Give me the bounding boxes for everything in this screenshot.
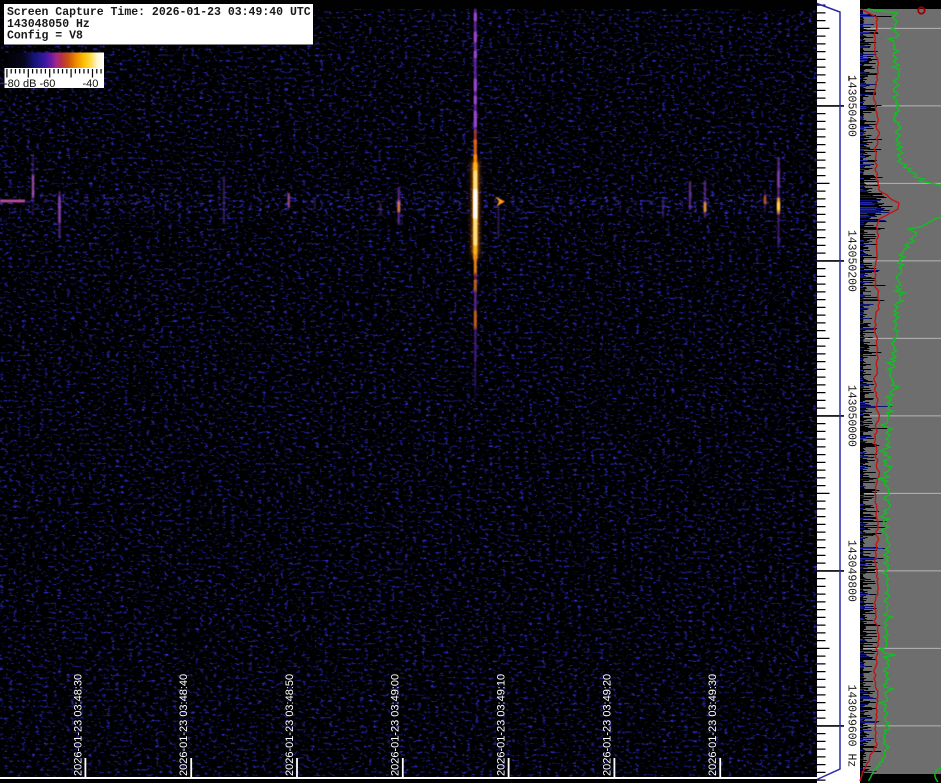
svg-text:143050000: 143050000 [845, 385, 858, 447]
svg-text:2026-01-23 03:48:30: 2026-01-23 03:48:30 [72, 674, 84, 776]
svg-text:2026-01-23 03:49:00: 2026-01-23 03:49:00 [390, 674, 402, 776]
svg-text:2026-01-23 03:48:50: 2026-01-23 03:48:50 [284, 674, 296, 776]
svg-text:-60: -60 [40, 78, 56, 90]
svg-text:2026-01-23 03:49:20: 2026-01-23 03:49:20 [601, 674, 613, 776]
svg-text:-80 dB: -80 dB [4, 78, 36, 90]
svg-text:2026-01-23 03:49:10: 2026-01-23 03:49:10 [496, 674, 508, 776]
svg-text:143050400: 143050400 [845, 75, 858, 137]
svg-text:Config = V8: Config = V8 [7, 29, 83, 42]
svg-text:143049600 Hz: 143049600 Hz [845, 684, 858, 767]
svg-text:143050200: 143050200 [845, 230, 858, 292]
svg-text:2026-01-23 03:48:40: 2026-01-23 03:48:40 [178, 674, 190, 776]
svg-text:143049800: 143049800 [845, 540, 858, 602]
svg-text:2026-01-23 03:49:30: 2026-01-23 03:49:30 [707, 674, 719, 776]
svg-text:-40: -40 [83, 78, 99, 90]
